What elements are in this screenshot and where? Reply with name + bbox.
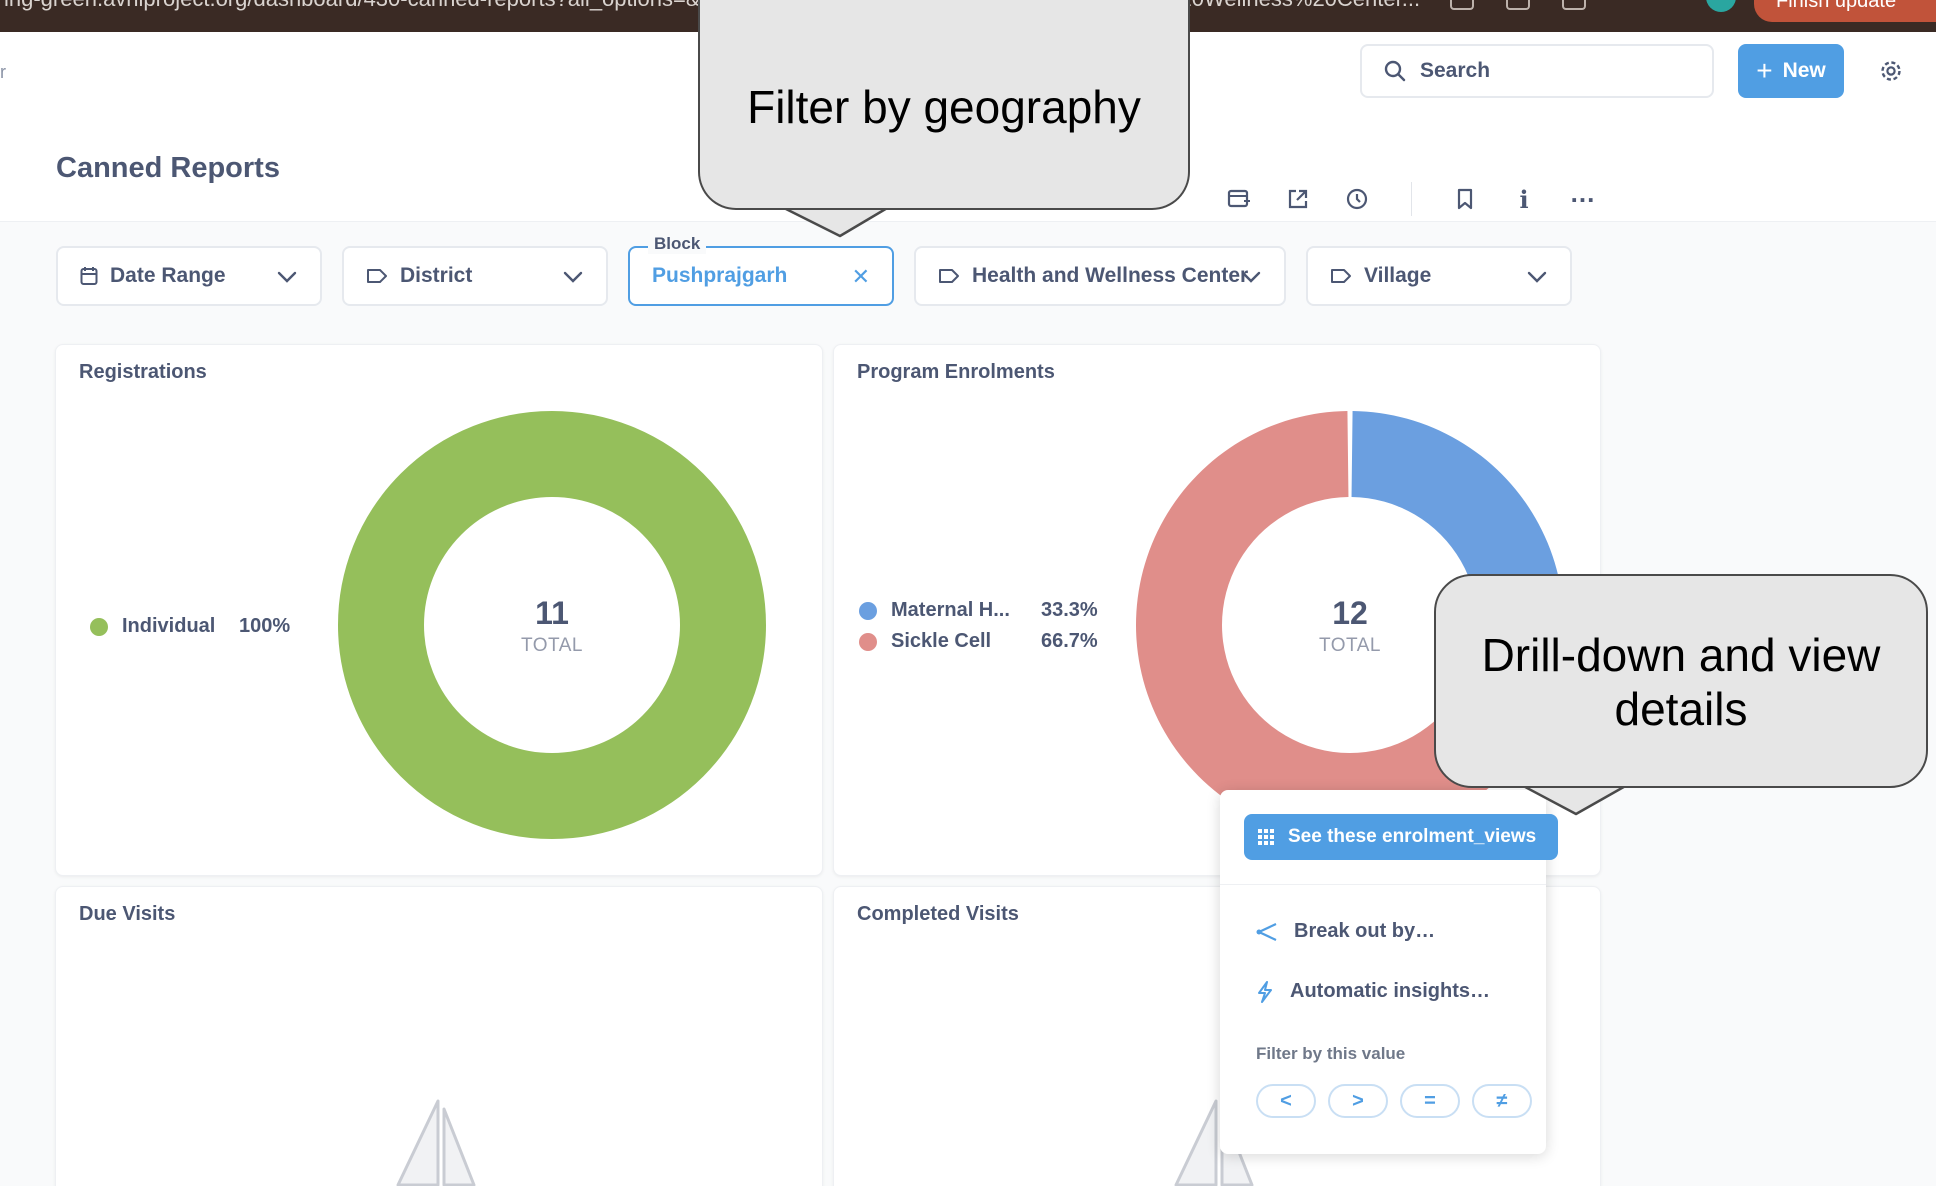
more-options-icon[interactable]: ... [1566,176,1600,210]
registrations-donut-chart[interactable] [56,345,823,876]
filter-block[interactable]: Block Pushprajgarh ✕ [628,234,894,306]
tag-icon [367,269,387,283]
clear-filter-icon[interactable]: ✕ [852,264,870,290]
share-icon[interactable] [1281,182,1315,216]
callout-text-line2: details [1614,683,1748,735]
break-out-label: Break out by… [1294,920,1436,942]
new-button-label: New [1782,59,1826,82]
popover-divider [1220,884,1546,885]
filter-district-label: District [400,264,473,287]
filter-health-wellness-center[interactable]: Health and Wellness Center [914,246,1286,306]
chevron-down-icon [277,271,297,283]
donut-total-label: TOTAL [1319,635,1381,656]
extensions-icon[interactable] [1506,0,1530,10]
callout-text: Filter by geography [747,81,1141,133]
gear-icon[interactable] [1876,56,1906,86]
break-out-by-option[interactable]: Break out by… [1256,920,1435,943]
filter-village[interactable]: Village [1306,246,1572,306]
callout-drill-down: Drill-down and view details [1434,574,1928,788]
tag-icon [1331,269,1351,283]
automatic-insights-option[interactable]: Automatic insights… [1256,980,1490,1003]
new-button[interactable]: + New [1738,44,1844,98]
search-label: Search [1420,59,1491,82]
filter-village-label: Village [1364,264,1432,287]
filter-by-value-heading: Filter by this value [1256,1044,1406,1063]
card-title: Completed Visits [857,903,1019,925]
dashboard-toolbar: i ... [1222,178,1625,216]
tag-icon [939,269,959,283]
filter-date-range[interactable]: Date Range [56,246,322,306]
address-bar-tail: %20Wellness%20Center... [1160,0,1420,12]
donut-total-label: TOTAL [521,635,583,656]
filter-greater-than-button[interactable]: > [1328,1084,1388,1118]
empty-state-sailboat-icon [396,1099,476,1186]
chevron-down-icon [563,271,583,283]
info-icon[interactable]: i [1507,182,1541,216]
filter-date-range-label: Date Range [110,264,226,287]
filter-district[interactable]: District [342,246,608,306]
plus-icon: + [1756,55,1773,86]
filter-equals-button[interactable]: = [1400,1084,1460,1118]
card-title: Due Visits [79,903,176,925]
search-input[interactable]: Search [1360,44,1714,98]
chevron-down-icon [1241,271,1261,283]
filter-hwc-label: Health and Wellness Center [972,264,1249,287]
callout-filter-by-geography: Filter by geography [698,0,1190,210]
toolbar-divider [1411,182,1412,216]
download-icon[interactable] [1562,0,1586,10]
bookmark-star-icon[interactable] [1450,0,1474,10]
search-icon [1384,60,1406,82]
see-these-records-label: See these enrolment_views [1288,826,1537,847]
calendar-icon [80,267,98,285]
chevron-down-icon [1527,271,1547,283]
lightning-bolt-icon [1258,980,1272,1003]
bookmark-icon[interactable] [1448,182,1482,216]
card-due-visits[interactable]: Due Visits [55,886,823,1186]
break-out-icon [1256,922,1277,941]
sidebar-edge: r [0,62,6,82]
add-to-dashboard-icon[interactable] [1222,182,1256,216]
donut-total-value: 12 [1332,595,1368,631]
automatic-insights-label: Automatic insights… [1290,980,1491,1002]
callout-text-line1: Drill-down and view [1481,629,1881,681]
finish-update-button[interactable]: Finish update [1754,0,1936,22]
drill-through-popover: See these enrolment_views Break out by… … [1220,790,1558,1154]
filter-not-equals-button[interactable]: ≠ [1472,1084,1532,1118]
card-registrations[interactable]: Registrations Individual 100% 11 TOTAL [55,344,823,876]
history-clock-icon[interactable] [1340,182,1374,216]
donut-total-value: 11 [535,595,569,631]
filter-block-value: Pushprajgarh [652,264,788,287]
filter-block-legend: Block [648,234,707,254]
grid-icon [1258,829,1274,845]
page-title: Canned Reports [56,152,280,184]
filter-less-than-button[interactable]: < [1256,1084,1316,1118]
